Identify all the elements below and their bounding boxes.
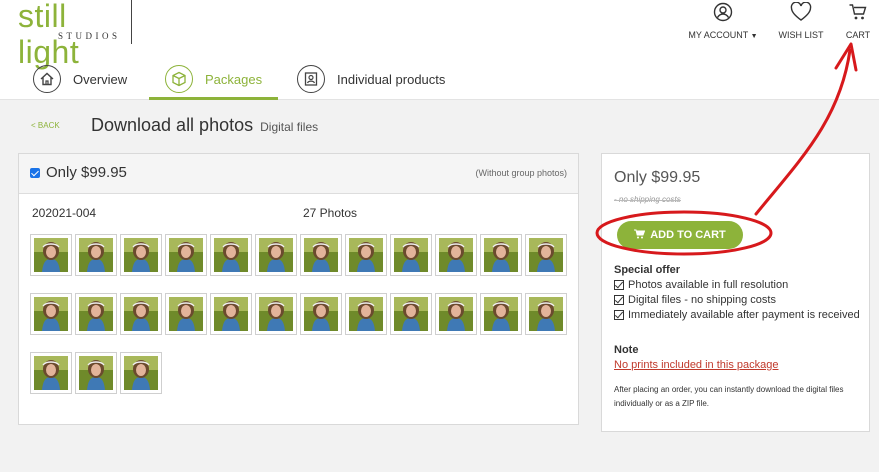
offer-item-text: Immediately available after payment is r… bbox=[628, 309, 860, 321]
note-text: After placing an order, you can instantl… bbox=[614, 385, 844, 408]
page-title-text: Download all photos bbox=[91, 115, 254, 135]
tab-packages[interactable]: Packages bbox=[165, 59, 262, 99]
photo-thumbnail[interactable] bbox=[255, 234, 297, 276]
package-code: 202021-004 bbox=[32, 206, 97, 220]
my-account-link[interactable]: MY ACCOUNT ▼ bbox=[686, 0, 760, 40]
cart-link[interactable]: CART bbox=[843, 0, 873, 40]
header: still light STUDIOS MY ACCOUNT ▼ WISH LI… bbox=[0, 0, 879, 100]
offer-item: Photos available in full resolution bbox=[614, 278, 864, 293]
cart-icon bbox=[634, 229, 646, 242]
photo-thumbnail[interactable] bbox=[120, 352, 162, 394]
logo-divider bbox=[131, 0, 132, 44]
photo-thumbnail[interactable] bbox=[165, 234, 207, 276]
photo-thumbnail[interactable] bbox=[525, 293, 567, 335]
photo-thumbnail[interactable] bbox=[255, 293, 297, 335]
add-to-cart-button[interactable]: ADD TO CART bbox=[617, 221, 743, 249]
offer-item: Digital files - no shipping costs bbox=[614, 293, 864, 308]
back-link[interactable]: < BACK bbox=[31, 121, 60, 130]
thumbnail-row bbox=[30, 234, 570, 276]
photo-thumbnail[interactable] bbox=[300, 293, 342, 335]
photo-thumbnail[interactable] bbox=[300, 234, 342, 276]
heart-icon bbox=[776, 1, 826, 24]
offer-item-text: Photos available in full resolution bbox=[628, 279, 789, 291]
photo-thumbnail[interactable] bbox=[435, 234, 477, 276]
add-to-cart-label: ADD TO CART bbox=[650, 229, 726, 241]
no-prints-link[interactable]: No prints included in this package bbox=[614, 359, 778, 371]
wishlist-link[interactable]: WISH LIST bbox=[776, 0, 826, 40]
package-panel: Only $99.95 (Without group photos) 20202… bbox=[18, 153, 579, 425]
home-icon bbox=[33, 65, 61, 93]
photo-thumbnail[interactable] bbox=[120, 293, 162, 335]
user-icon bbox=[686, 2, 760, 24]
summary-panel: Only $99.95 - no shipping costs ADD TO C… bbox=[601, 153, 870, 432]
photo-thumbnail[interactable] bbox=[210, 293, 252, 335]
photo-thumbnail[interactable] bbox=[75, 234, 117, 276]
portrait-icon bbox=[297, 65, 325, 93]
checkmark-icon bbox=[614, 280, 624, 290]
package-note: (Without group photos) bbox=[475, 168, 567, 178]
checkmark-icon bbox=[614, 310, 624, 320]
photo-thumbnail[interactable] bbox=[435, 293, 477, 335]
photo-thumbnail[interactable] bbox=[120, 234, 162, 276]
photo-thumbnail[interactable] bbox=[525, 234, 567, 276]
photo-thumbnail[interactable] bbox=[345, 234, 387, 276]
my-account-label: MY ACCOUNT bbox=[688, 30, 749, 40]
thumbnail-row bbox=[30, 293, 570, 335]
photo-thumbnail[interactable] bbox=[480, 234, 522, 276]
photo-thumbnail[interactable] bbox=[75, 352, 117, 394]
logo-subtitle: STUDIOS bbox=[58, 31, 121, 41]
package-icon bbox=[165, 65, 193, 93]
page-title: Download all photos Digital files bbox=[91, 115, 318, 136]
thumbnail-grid bbox=[30, 234, 570, 411]
checkmark-icon bbox=[614, 295, 624, 305]
tab-packages-label: Packages bbox=[205, 71, 263, 87]
photo-thumbnail[interactable] bbox=[210, 234, 252, 276]
tab-overview-label: Overview bbox=[73, 71, 128, 87]
cart-icon bbox=[843, 2, 873, 24]
page-subtitle: Digital files bbox=[260, 120, 319, 134]
thumbnail-row bbox=[30, 352, 570, 394]
package-checkbox[interactable] bbox=[30, 168, 40, 178]
photo-count: 27 Photos bbox=[303, 206, 358, 220]
note-title: Note bbox=[614, 344, 639, 356]
cart-label: CART bbox=[845, 30, 871, 40]
photo-thumbnail[interactable] bbox=[30, 234, 72, 276]
photo-thumbnail[interactable] bbox=[390, 293, 432, 335]
photo-thumbnail[interactable] bbox=[30, 293, 72, 335]
special-offer: Special offer Photos available in full r… bbox=[614, 263, 864, 323]
caret-down-icon: ▼ bbox=[750, 33, 758, 40]
active-tab-indicator bbox=[149, 97, 278, 100]
package-header: Only $99.95 (Without group photos) bbox=[19, 154, 578, 194]
wishlist-label: WISH LIST bbox=[778, 30, 824, 40]
photo-thumbnail[interactable] bbox=[165, 293, 207, 335]
photo-thumbnail[interactable] bbox=[30, 352, 72, 394]
photo-thumbnail[interactable] bbox=[75, 293, 117, 335]
special-offer-title: Special offer bbox=[614, 264, 681, 276]
photo-thumbnail[interactable] bbox=[480, 293, 522, 335]
photo-thumbnail[interactable] bbox=[345, 293, 387, 335]
tab-individual-products[interactable]: Individual products bbox=[297, 59, 445, 99]
tab-individual-products-label: Individual products bbox=[337, 71, 446, 87]
offer-item: Immediately available after payment is r… bbox=[614, 308, 864, 323]
summary-price: Only $99.95 bbox=[614, 169, 701, 186]
photo-thumbnail[interactable] bbox=[390, 234, 432, 276]
package-price: Only $99.95 bbox=[46, 164, 127, 181]
logo[interactable]: still light STUDIOS bbox=[18, 0, 136, 70]
tab-overview[interactable]: Overview bbox=[33, 59, 127, 99]
offer-item-text: Digital files - no shipping costs bbox=[628, 294, 776, 306]
shipping-note: - no shipping costs bbox=[614, 195, 681, 204]
